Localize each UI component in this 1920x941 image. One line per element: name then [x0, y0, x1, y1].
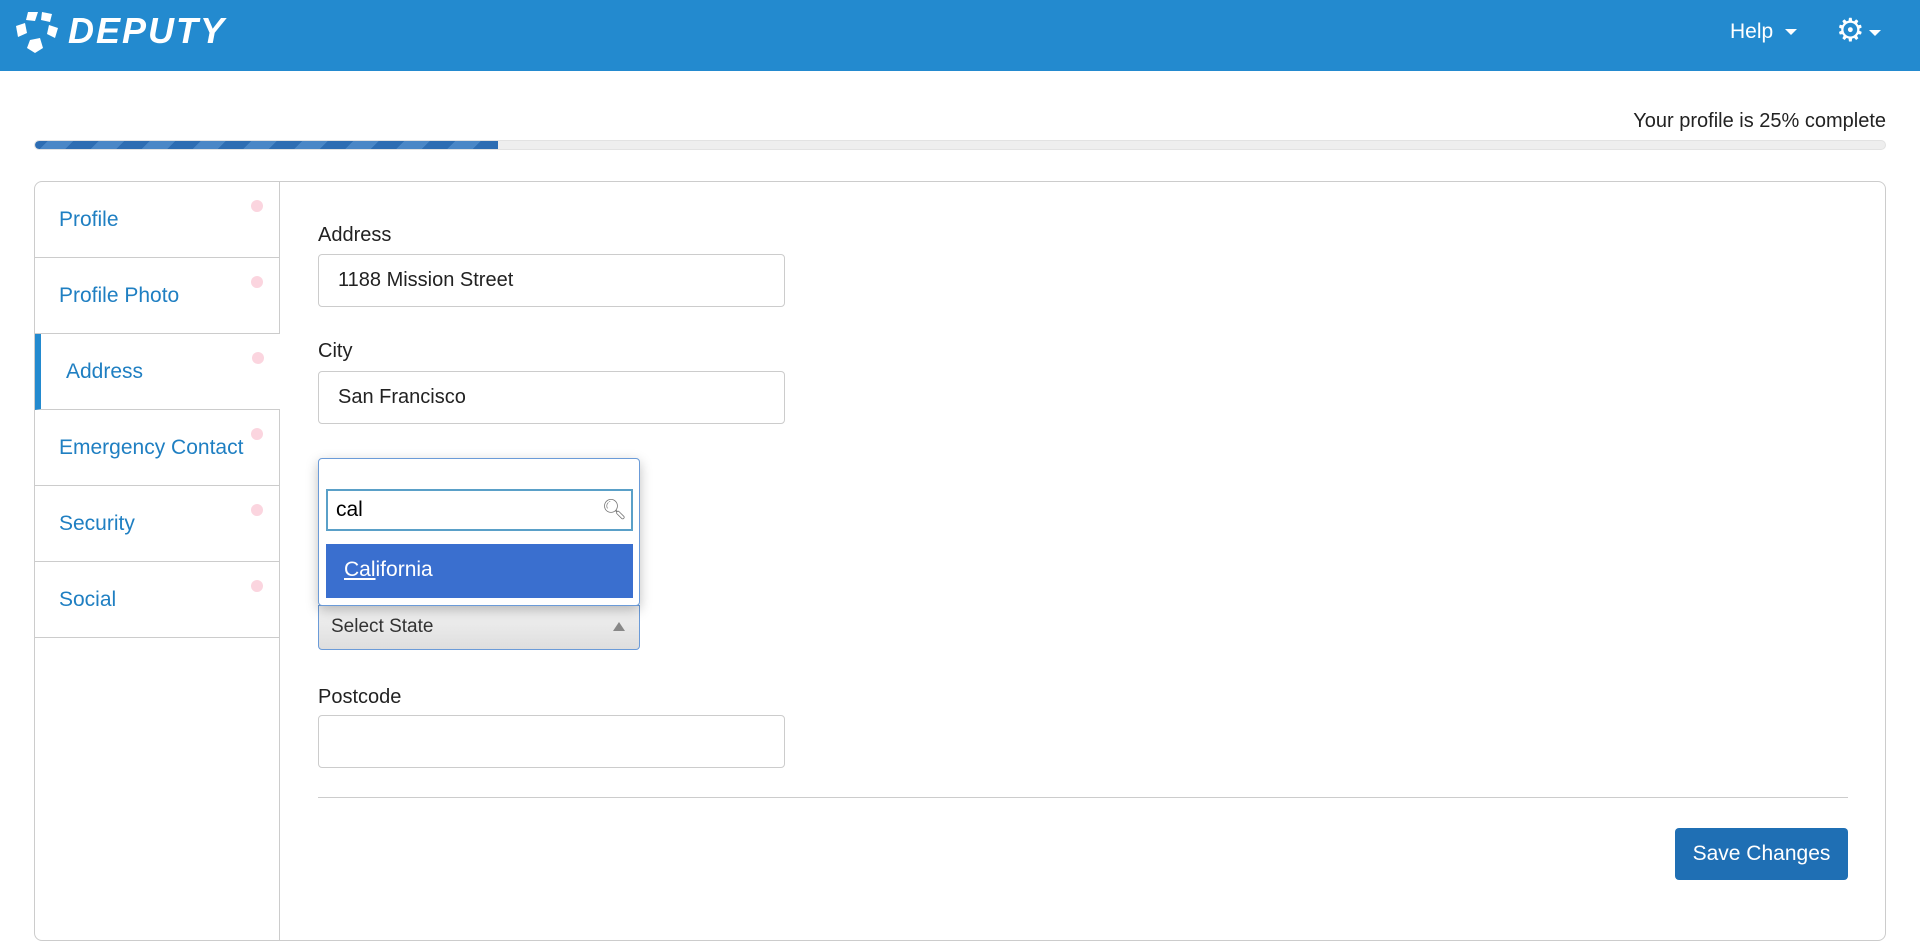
help-label: Help [1730, 20, 1774, 43]
city-label: City [318, 340, 353, 362]
profile-progress-text: Your profile is 25% complete [1633, 110, 1886, 132]
option-rest-text: ifornia [375, 558, 433, 581]
search-icon: 🔍︎ [601, 499, 627, 521]
address-input[interactable] [318, 254, 785, 307]
profile-panel: Profile Profile Photo Address Emergency Con… [34, 181, 1886, 941]
gear-icon: ⚙ [1836, 12, 1865, 48]
sidebar-item-emergency-contact[interactable]: Emergency Contact [35, 410, 279, 486]
city-input[interactable] [318, 371, 785, 424]
sidebar-item-profile-photo[interactable]: Profile Photo [35, 258, 279, 334]
state-option-california[interactable]: California [326, 544, 633, 598]
sidebar-item-profile[interactable]: Profile [35, 182, 279, 258]
sidebar-item-address[interactable]: Address [35, 334, 280, 410]
sidebar: Profile Profile Photo Address Emergency Con… [35, 182, 280, 940]
sidebar-item-label: Profile [59, 207, 119, 231]
sidebar-item-social[interactable]: Social [35, 562, 279, 638]
sidebar-item-security[interactable]: Security [35, 486, 279, 562]
postcode-input[interactable] [318, 715, 785, 768]
state-select[interactable]: Select State [318, 605, 640, 650]
chevron-down-icon [1785, 29, 1798, 36]
state-select-value: Select State [331, 616, 434, 637]
incomplete-dot-icon [251, 276, 263, 288]
deputy-logo[interactable]: DEPUTY [14, 8, 226, 54]
chevron-down-icon [1868, 29, 1881, 36]
brand-name: DEPUTY [68, 10, 227, 51]
divider [318, 797, 1848, 798]
top-header: DEPUTY Help ⚙ [0, 0, 1920, 71]
sidebar-item-label: Security [59, 511, 135, 535]
sidebar-item-label: Emergency Contact [59, 435, 244, 459]
incomplete-dot-icon [251, 504, 263, 516]
incomplete-dot-icon [251, 580, 263, 592]
sidebar-item-label: Social [59, 587, 117, 611]
profile-progress-bar [34, 140, 1886, 150]
option-match-text: Cal [344, 558, 376, 581]
state-dropdown: 🔍︎ California [318, 458, 640, 606]
help-menu[interactable]: Help [1730, 20, 1798, 44]
sidebar-item-label: Profile Photo [59, 283, 180, 307]
caret-up-icon [613, 622, 625, 631]
incomplete-dot-icon [251, 428, 263, 440]
settings-menu[interactable]: ⚙ [1836, 14, 1881, 46]
sidebar-item-label: Address [66, 359, 144, 383]
postcode-label: Postcode [318, 686, 402, 708]
incomplete-dot-icon [251, 200, 263, 212]
state-search-input[interactable] [326, 489, 633, 531]
save-changes-button[interactable]: Save Changes [1675, 828, 1848, 880]
address-label: Address [318, 224, 392, 246]
deputy-logo-icon [16, 12, 58, 53]
progress-fill [35, 141, 498, 149]
incomplete-dot-icon [252, 352, 264, 364]
